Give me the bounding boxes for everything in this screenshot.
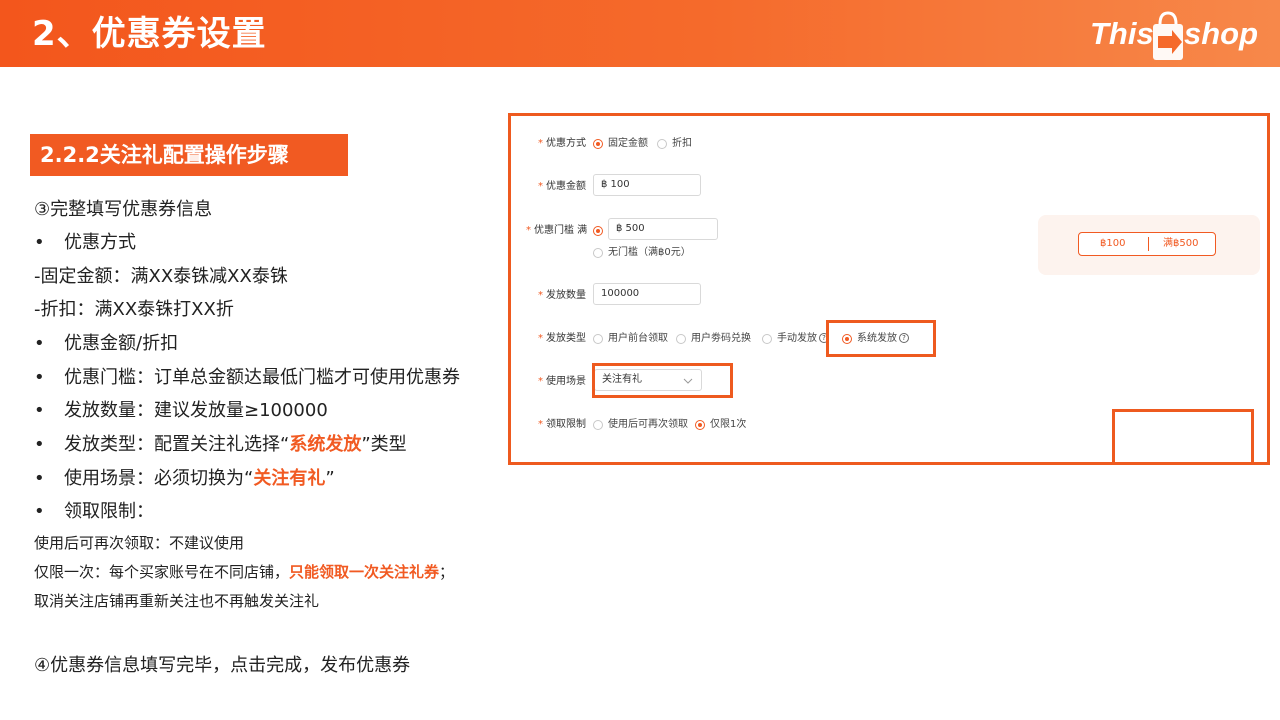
sub-fixed-amount: -固定金额：满XX泰铢减XX泰铢 [34, 266, 288, 287]
coupon-preview-card: ฿100 满฿500 [1078, 232, 1216, 256]
option-manual-issue: 手动发放? [777, 332, 829, 346]
note-once: 仅限一次：每个买家账号在不同店铺，只能领取一次关注礼券； [34, 561, 454, 583]
highlight-once-only: 只能领取一次关注礼券 [289, 563, 440, 581]
quantity-input[interactable]: 100000 [593, 283, 701, 305]
note-once-text: 仅限一次：每个买家账号在不同店铺， [34, 563, 290, 581]
radio-discount[interactable] [657, 139, 667, 149]
quantity-label: * 发放数量 [538, 290, 586, 301]
bullet-marker: • [34, 232, 45, 253]
option-discount: 折扣 [672, 138, 692, 149]
bullet-claim-limit: 领取限制： [64, 501, 154, 522]
radio-fixed-amount[interactable] [593, 139, 603, 149]
radio-manual-issue[interactable] [762, 334, 772, 344]
scene-suffix: ” [325, 468, 335, 489]
scene-text: 使用场景：必须切换为“ [64, 468, 254, 489]
radio-reclaim[interactable] [593, 420, 603, 430]
threshold-label: * 优惠门槛 满 [526, 225, 588, 236]
section-title: 2.2.2关注礼配置操作步骤 [40, 143, 289, 167]
radio-no-threshold[interactable] [593, 248, 603, 258]
sub-discount: -折扣：满XX泰铢打XX折 [34, 299, 234, 320]
option-code-redeem: 用户劵码兑换 [691, 333, 751, 344]
issue-type-suffix: ”类型 [361, 434, 407, 455]
option-once: 仅限1次 [710, 419, 747, 430]
logo-text-shop: shop [1184, 16, 1259, 51]
bullet-marker: • [34, 434, 45, 455]
option-reclaim: 使用后可再次领取 [608, 419, 688, 430]
logo-text-this: This [1090, 16, 1154, 51]
discount-amount-label: *优惠方式优惠金额 [538, 181, 586, 192]
step-4-text: ④优惠券信息填写完毕，点击完成，发布优惠券 [34, 655, 411, 676]
note-reclaim: 使用后可再次领取：不建议使用 [34, 534, 245, 552]
bullet-marker: • [34, 367, 45, 388]
thisshop-logo: This shop [1088, 8, 1272, 64]
header-bar: 2、优惠券设置 This shop [0, 0, 1280, 67]
bullet-marker: • [34, 468, 45, 489]
radio-user-claim[interactable] [593, 334, 603, 344]
bullet-issue-type: 发放类型：配置关注礼选择“系统发放”类型 [64, 433, 407, 457]
discount-type-label: * 优惠方式 [538, 138, 586, 149]
threshold-input[interactable]: ฿ 500 [608, 218, 718, 240]
page-title: 2、优惠券设置 [32, 14, 267, 54]
issue-type-text: 发放类型：配置关注礼选择“ [64, 434, 290, 455]
option-user-claim: 用户前台领取 [608, 333, 668, 344]
note-once-suffix: ； [439, 563, 455, 581]
preview-amount: ฿100 [1100, 238, 1126, 249]
discount-amount-input[interactable]: ฿ 100 [593, 174, 701, 196]
note-refollow: 取消关注店铺再重新关注也不再触发关注礼 [34, 592, 320, 610]
issue-type-label: * 发放类型 [538, 333, 586, 344]
claim-limit-label: * 领取限制 [538, 419, 586, 430]
bullet-threshold: 优惠门槛：订单总金额达最低门槛才可使用优惠券 [64, 367, 460, 388]
highlight-box-system-issue [826, 320, 936, 357]
highlight-system-issue: 系统发放 [289, 434, 362, 455]
section-heading: 2.2.2关注礼配置操作步骤 [30, 134, 348, 176]
coupon-preview: ฿100 满฿500 [1038, 215, 1260, 275]
scene-label: * 使用场景 [538, 376, 586, 387]
bullet-marker: • [34, 501, 45, 522]
step-3-text: ③完整填写优惠券信息 [34, 199, 213, 220]
highlight-box-empty [1112, 409, 1254, 465]
highlight-box-scene [592, 363, 733, 398]
preview-divider [1148, 237, 1149, 251]
coupon-form-screenshot: *优惠方式 固定金额 折扣 *优惠方式优惠金额 ฿ 100 *优惠门槛 满 ฿ … [508, 113, 1270, 465]
bullet-quantity: 发放数量：建议发放量≥100000 [64, 400, 328, 421]
radio-threshold[interactable] [593, 226, 603, 236]
highlight-follow-gift: 关注有礼 [253, 468, 326, 489]
radio-code-redeem[interactable] [676, 334, 686, 344]
option-no-threshold: 无门槛（满฿0元） [608, 247, 691, 258]
bullet-marker: • [34, 400, 45, 421]
bullet-discount-type: 优惠方式 [64, 232, 136, 253]
preview-condition: 满฿500 [1163, 238, 1199, 249]
shopping-bag-icon [1153, 11, 1183, 60]
bullet-marker: • [34, 333, 45, 354]
radio-once[interactable] [695, 420, 705, 430]
bullet-discount-amount: 优惠金额/折扣 [64, 333, 179, 354]
bullet-scene: 使用场景：必须切换为“关注有礼” [64, 467, 335, 491]
option-fixed-amount: 固定金额 [608, 138, 648, 149]
